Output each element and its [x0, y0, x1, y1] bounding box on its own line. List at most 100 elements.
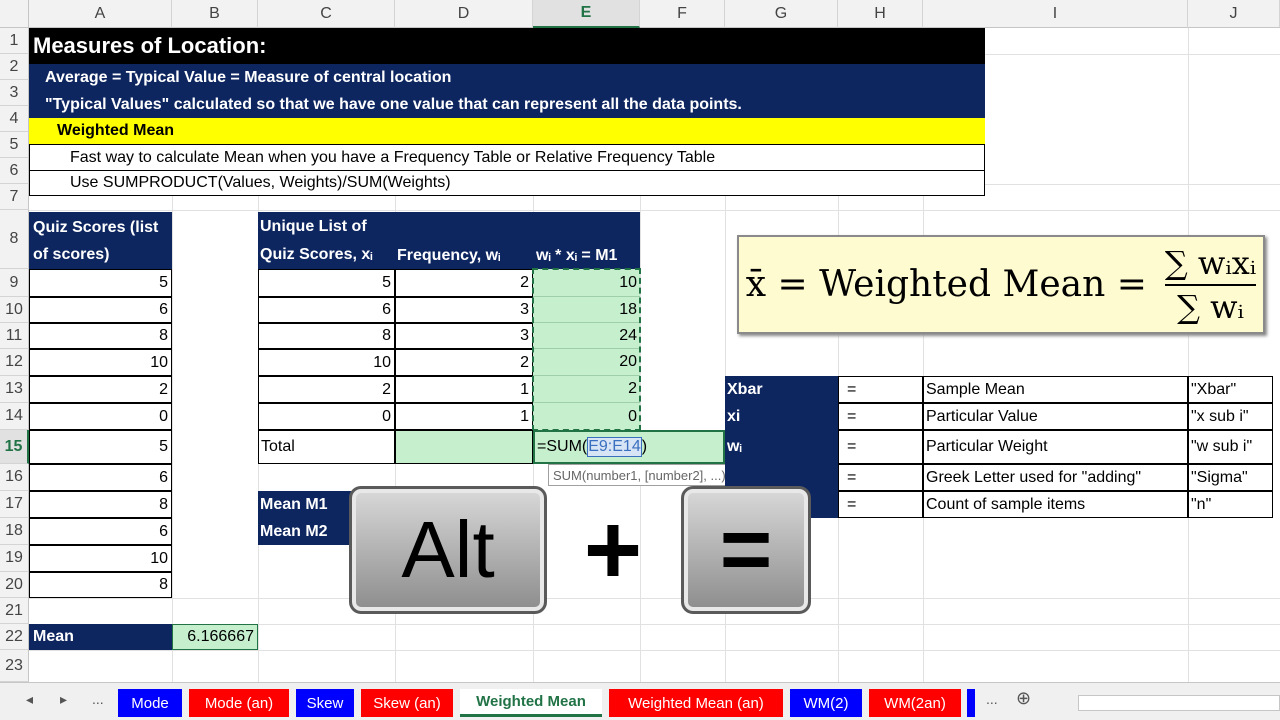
product-header[interactable]: wᵢ * xᵢ = M1 — [533, 212, 640, 269]
unique-list-header[interactable]: Unique List of Quiz Scores, xᵢ — [258, 212, 395, 269]
total-frequency-cell[interactable] — [395, 430, 533, 464]
symbol-name-cell[interactable]: "Sigma" — [1188, 464, 1273, 491]
symbol-name-cell[interactable]: "w sub i" — [1188, 430, 1273, 464]
row-header[interactable]: 22 — [0, 624, 29, 650]
symbol-description-cell[interactable]: Sample Mean — [923, 376, 1188, 403]
column-header-b[interactable]: B — [172, 0, 258, 28]
symbol-equals-cell[interactable]: = — [838, 491, 923, 518]
tab-skew-an[interactable]: Skew (an) — [361, 689, 453, 717]
unique-value-cell[interactable]: 8 — [258, 323, 395, 349]
mean-m2-label[interactable]: Mean M2 — [258, 518, 358, 545]
row-header[interactable]: 4 — [0, 106, 29, 132]
definition-average[interactable]: Average = Typical Value = Measure of cen… — [29, 64, 985, 92]
row-header[interactable]: 2 — [0, 54, 29, 80]
quiz-score-cell[interactable]: 10 — [29, 349, 172, 376]
horizontal-scrollbar[interactable] — [1078, 695, 1280, 711]
tab-wm2an[interactable]: WM(2an) — [869, 689, 961, 717]
column-header-g[interactable]: G — [725, 0, 838, 28]
definition-typical-values[interactable]: "Typical Values" calculated so that we h… — [29, 92, 985, 118]
symbol-name-cell[interactable]: "Xbar" — [1188, 376, 1273, 403]
row-header[interactable]: 8 — [0, 210, 29, 269]
select-all-corner[interactable] — [0, 0, 29, 28]
symbol-description-cell[interactable]: Greek Letter used for "adding" — [923, 464, 1188, 491]
function-argument-tooltip[interactable]: SUM(number1, [number2], ...) — [548, 464, 731, 486]
active-cell-formula[interactable]: =SUM(E9:E14) — [533, 430, 725, 464]
frequency-cell[interactable]: 2 — [395, 269, 533, 297]
row-header[interactable]: 15 — [0, 430, 29, 464]
tab-weighted-mean[interactable]: Weighted Mean — [460, 689, 602, 717]
symbol-equals-cell[interactable]: = — [838, 376, 923, 403]
mean-value[interactable]: 6.166667 — [172, 624, 258, 650]
row-header[interactable]: 1 — [0, 28, 29, 54]
symbol-equals-cell[interactable]: = — [838, 430, 923, 464]
quiz-score-cell[interactable]: 8 — [29, 572, 172, 598]
row-header[interactable]: 20 — [0, 572, 29, 598]
column-header-f[interactable]: F — [640, 0, 725, 28]
tab-scroll-right-icon[interactable]: ▸ — [60, 691, 67, 708]
frequency-cell[interactable]: 1 — [395, 403, 533, 430]
column-header-e[interactable]: E — [533, 0, 640, 28]
column-header-a[interactable]: A — [29, 0, 172, 28]
quiz-score-cell[interactable]: 10 — [29, 545, 172, 572]
symbol-description-cell[interactable]: Particular Weight — [923, 430, 1188, 464]
row-header[interactable]: 5 — [0, 132, 29, 158]
symbol-equals-cell[interactable]: = — [838, 403, 923, 430]
row-header[interactable]: 13 — [0, 376, 29, 403]
unique-value-cell[interactable]: 2 — [258, 376, 395, 403]
tab-wm2[interactable]: WM(2) — [790, 689, 862, 717]
row-header[interactable]: 11 — [0, 323, 29, 349]
tab-skew[interactable]: Skew — [296, 689, 354, 717]
symbol-description-cell[interactable]: Count of sample items — [923, 491, 1188, 518]
column-header-h[interactable]: H — [838, 0, 923, 28]
tab-weighted-mean-an[interactable]: Weighted Mean (an) — [609, 689, 783, 717]
row-header[interactable]: 6 — [0, 158, 29, 184]
quiz-score-cell[interactable]: 6 — [29, 297, 172, 323]
column-header-j[interactable]: J — [1188, 0, 1280, 28]
tab-more-right[interactable]: ... — [986, 691, 998, 707]
note-fast-way[interactable]: Fast way to calculate Mean when you have… — [29, 144, 985, 170]
quiz-score-cell[interactable]: 8 — [29, 491, 172, 518]
quiz-score-cell[interactable]: 0 — [29, 403, 172, 430]
frequency-header[interactable]: Frequency, wᵢ — [395, 212, 533, 269]
quiz-score-cell[interactable]: 6 — [29, 518, 172, 545]
symbol-equals-cell[interactable]: = — [838, 464, 923, 491]
row-header[interactable]: 23 — [0, 650, 29, 682]
row-header[interactable]: 21 — [0, 598, 29, 624]
tab-scroll-left-icon[interactable]: ◂ — [26, 691, 33, 708]
symbol-cell[interactable]: Xbar — [725, 376, 838, 403]
symbol-cell[interactable]: wᵢ — [725, 430, 838, 464]
frequency-cell[interactable]: 1 — [395, 376, 533, 403]
column-header-d[interactable]: D — [395, 0, 533, 28]
frequency-cell[interactable]: 2 — [395, 349, 533, 376]
symbol-cell[interactable]: xi — [725, 403, 838, 430]
row-header[interactable]: 17 — [0, 491, 29, 518]
add-sheet-icon[interactable]: ⊕ — [1016, 688, 1031, 709]
symbol-description-cell[interactable]: Particular Value — [923, 403, 1188, 430]
frequency-cell[interactable]: 3 — [395, 297, 533, 323]
tab-partial[interactable] — [967, 689, 975, 717]
unique-value-cell[interactable]: 6 — [258, 297, 395, 323]
mean-label[interactable]: Mean — [29, 624, 172, 650]
row-header[interactable]: 3 — [0, 80, 29, 106]
row-header[interactable]: 19 — [0, 545, 29, 572]
row-header[interactable]: 7 — [0, 184, 29, 210]
note-sumproduct[interactable]: Use SUMPRODUCT(Values, Weights)/SUM(Weig… — [29, 170, 985, 196]
row-header[interactable]: 10 — [0, 297, 29, 323]
quiz-score-cell[interactable]: 8 — [29, 323, 172, 349]
tab-mode-an[interactable]: Mode (an) — [189, 689, 289, 717]
quiz-score-cell[interactable]: 5 — [29, 269, 172, 297]
row-header[interactable]: 16 — [0, 464, 29, 491]
frequency-cell[interactable]: 3 — [395, 323, 533, 349]
column-header-c[interactable]: C — [258, 0, 395, 28]
symbol-name-cell[interactable]: "x sub i" — [1188, 403, 1273, 430]
row-header[interactable]: 12 — [0, 349, 29, 376]
mean-m1-label[interactable]: Mean M1 — [258, 491, 358, 518]
row-header[interactable]: 9 — [0, 269, 29, 297]
row-header[interactable]: 14 — [0, 403, 29, 430]
unique-value-cell[interactable]: 5 — [258, 269, 395, 297]
unique-value-cell[interactable]: 10 — [258, 349, 395, 376]
tab-more-left[interactable]: ... — [92, 691, 104, 707]
quiz-score-cell[interactable]: 2 — [29, 376, 172, 403]
quiz-score-cell[interactable]: 6 — [29, 464, 172, 491]
unique-value-cell[interactable]: 0 — [258, 403, 395, 430]
